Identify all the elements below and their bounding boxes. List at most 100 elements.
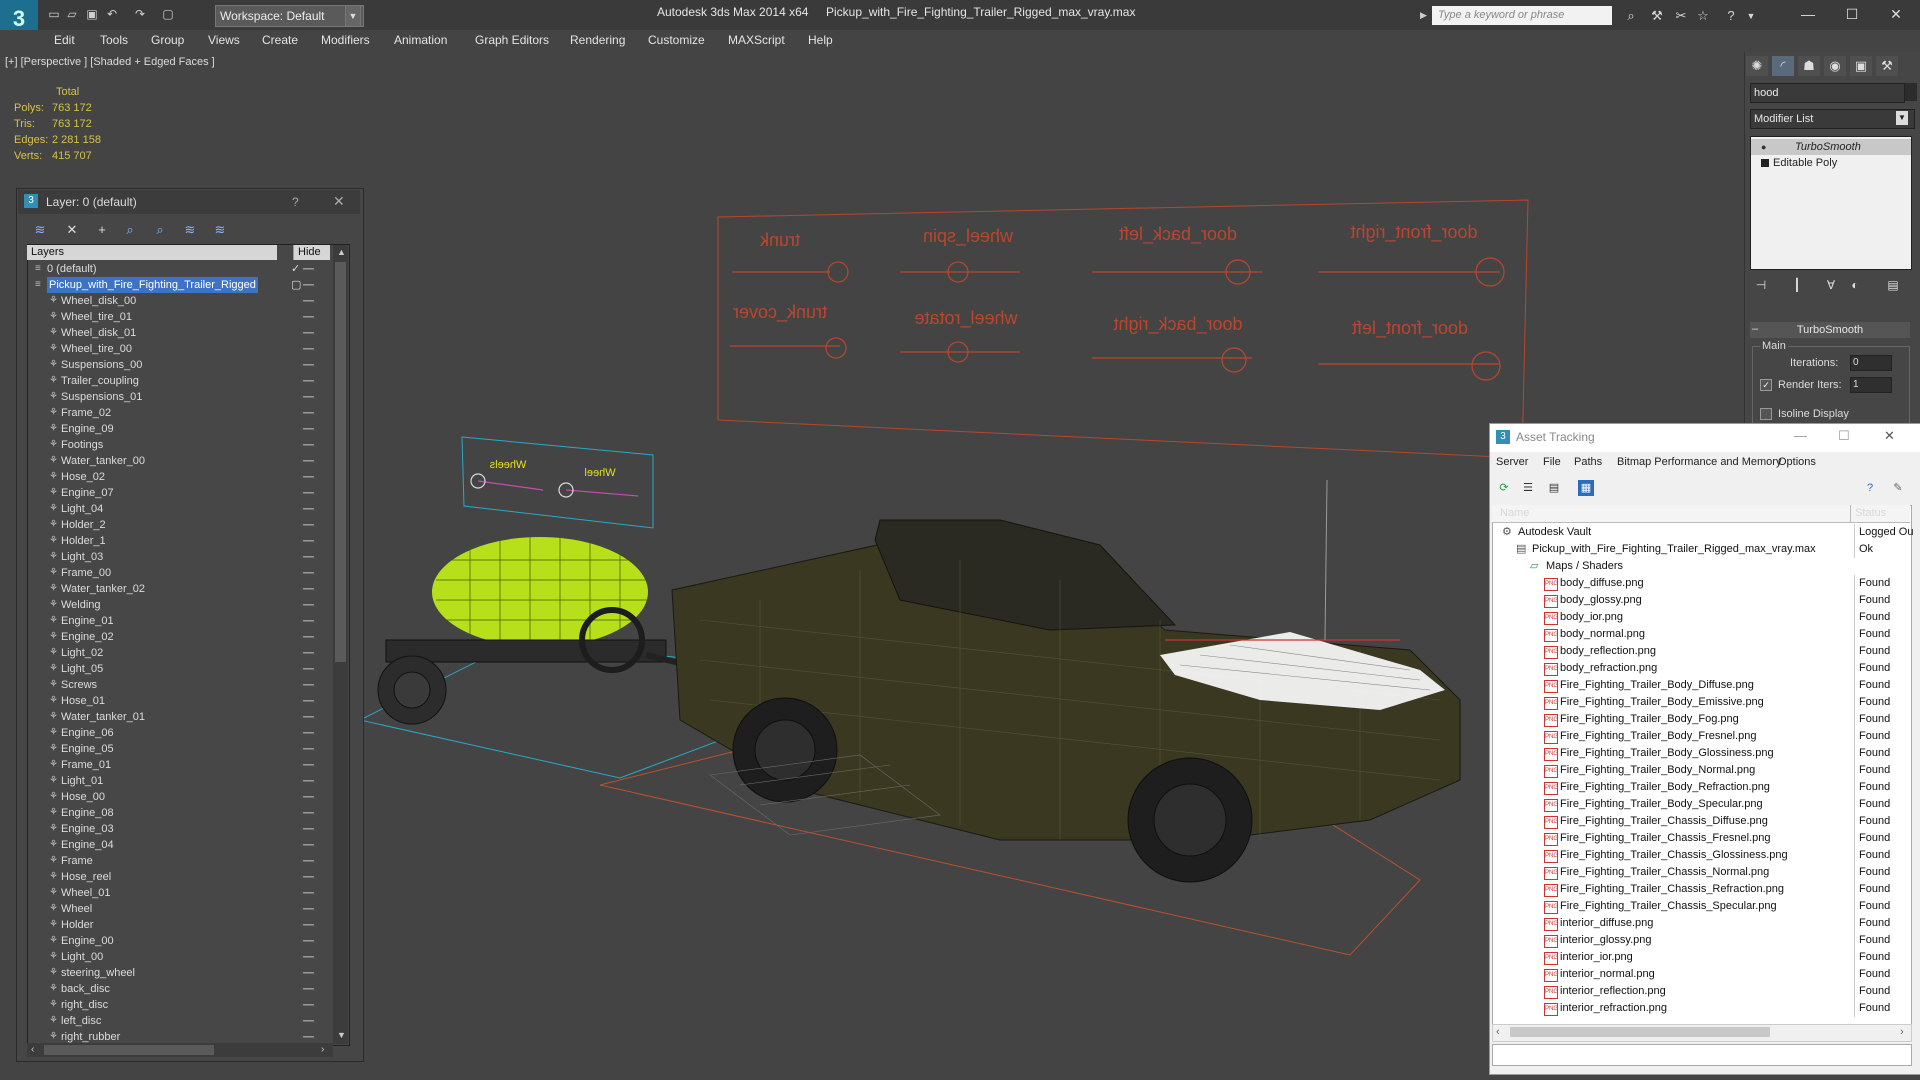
layer-object-row[interactable]: ⚘ Wheel_disk_01 ━━: [27, 325, 333, 341]
layer-object-row[interactable]: ⚘ Engine_04 ━━: [27, 837, 333, 853]
delete-layer-icon[interactable]: ✕: [62, 221, 82, 239]
scroll-left-icon[interactable]: ‹: [1496, 1026, 1500, 1038]
hide-toggle[interactable]: ━━: [303, 949, 314, 965]
menu-views[interactable]: Views: [208, 33, 240, 47]
search-input[interactable]: Type a keyword or phrase: [1432, 6, 1612, 25]
menu-create[interactable]: Create: [262, 33, 298, 47]
hide-toggle[interactable]: ━━: [303, 853, 314, 869]
layer-object-row[interactable]: ⚘ Wheel_01 ━━: [27, 885, 333, 901]
layer-row[interactable]: ≡ 0 (default) ✓ ━━: [27, 261, 333, 277]
hide-toggle[interactable]: ━━: [303, 469, 314, 485]
layer-object-row[interactable]: ⚘ Hose_02 ━━: [27, 469, 333, 485]
expand-box-icon[interactable]: [1761, 159, 1769, 167]
hide-toggle[interactable]: ━━: [303, 597, 314, 613]
hide-toggle[interactable]: ━━: [303, 581, 314, 597]
asset-menu-paths[interactable]: Paths: [1574, 456, 1602, 468]
asset-row[interactable]: PNG Fire_Fighting_Trailer_Body_Diffuse.pn…: [1492, 677, 1910, 694]
favorites-star-icon[interactable]: ☆: [1694, 8, 1712, 24]
layer-object-row[interactable]: ⚘ Wheel ━━: [27, 901, 333, 917]
hide-toggle[interactable]: ━━: [303, 917, 314, 933]
scroll-right-icon[interactable]: ›: [321, 1044, 324, 1055]
hide-toggle[interactable]: ━━: [303, 773, 314, 789]
pin-stack-icon[interactable]: ⊣: [1752, 277, 1770, 293]
asset-row[interactable]: PNG Fire_Fighting_Trailer_Chassis_Fresnel…: [1492, 830, 1910, 847]
layer-object-row[interactable]: ⚘ Footings ━━: [27, 437, 333, 453]
hide-toggle[interactable]: ━━: [303, 325, 314, 341]
stack-item-editable-poly[interactable]: Editable Poly: [1751, 155, 1911, 171]
layer-object-row[interactable]: ⚘ Water_tanker_02 ━━: [27, 581, 333, 597]
layer-object-row[interactable]: ⚘ Trailer_coupling ━━: [27, 373, 333, 389]
minimize-icon[interactable]: —: [1788, 2, 1828, 26]
redo-icon[interactable]: ↷: [132, 7, 148, 21]
asset-row[interactable]: PNG body_diffuse.png Found: [1492, 575, 1910, 592]
layer-object-row[interactable]: ⚘ left_disc ━━: [27, 1013, 333, 1029]
create-layer-icon[interactable]: ≋: [30, 221, 50, 239]
modify-tab-icon[interactable]: ◜: [1772, 56, 1794, 76]
hide-toggle[interactable]: ━━: [303, 661, 314, 677]
hide-toggle[interactable]: ━━: [303, 933, 314, 949]
layer-object-row[interactable]: ⚘ steering_wheel ━━: [27, 965, 333, 981]
layer-object-row[interactable]: ⚘ Frame ━━: [27, 853, 333, 869]
hide-toggle[interactable]: ▢: [291, 277, 301, 293]
layer-object-row[interactable]: ⚘ Wheel_tire_01 ━━: [27, 309, 333, 325]
scroll-left-icon[interactable]: ‹: [31, 1044, 34, 1055]
layer-object-row[interactable]: ⚘ Light_03 ━━: [27, 549, 333, 565]
asset-row[interactable]: PNG interior_diffuse.png Found: [1492, 915, 1910, 932]
column-header-layers[interactable]: Layers: [27, 245, 277, 260]
layer-object-row[interactable]: ⚘ Engine_09 ━━: [27, 421, 333, 437]
layer-object-row[interactable]: ⚘ Holder_2 ━━: [27, 517, 333, 533]
create-tab-icon[interactable]: ✺: [1746, 56, 1768, 76]
asset-row[interactable]: PNG body_refraction.png Found: [1492, 660, 1910, 677]
layer-object-row[interactable]: ⚘ Engine_07 ━━: [27, 485, 333, 501]
hide-toggle[interactable]: ━━: [303, 517, 314, 533]
layer-object-row[interactable]: ⚘ Frame_01 ━━: [27, 757, 333, 773]
hide-toggle[interactable]: ━━: [303, 981, 314, 997]
column-header-status[interactable]: Status: [1855, 507, 1886, 519]
layer-object-row[interactable]: ⚘ right_disc ━━: [27, 997, 333, 1013]
remove-modifier-icon[interactable]: ◐: [1846, 277, 1864, 293]
asset-row[interactable]: PNG Fire_Fighting_Trailer_Body_Normal.png…: [1492, 762, 1910, 779]
asset-row[interactable]: PNG body_glossy.png Found: [1492, 592, 1910, 609]
highlight-selected-icon[interactable]: ⌕: [150, 221, 170, 239]
menu-customize[interactable]: Customize: [648, 33, 705, 47]
layer-object-row[interactable]: ⚘ Water_tanker_01 ━━: [27, 709, 333, 725]
hide-toggle[interactable]: ━━: [303, 437, 314, 453]
hide-toggle[interactable]: ━━: [303, 693, 314, 709]
hide-all-layers-icon[interactable]: ≋: [180, 221, 200, 239]
viewport-label[interactable]: [+] [Perspective ] [Shaded + Edged Faces…: [5, 56, 215, 68]
motion-tab-icon[interactable]: ◉: [1824, 56, 1846, 76]
menu-group[interactable]: Group: [151, 33, 184, 47]
hide-toggle[interactable]: ━━: [303, 965, 314, 981]
asset-row[interactable]: PNG Fire_Fighting_Trailer_Chassis_Specula…: [1492, 898, 1910, 915]
turbosmooth-rollout-title[interactable]: TurboSmooth: [1750, 322, 1910, 338]
close-icon[interactable]: ✕: [333, 193, 345, 210]
minimize-icon[interactable]: —: [1794, 428, 1807, 443]
render-iters-checkbox[interactable]: ✓: [1760, 379, 1772, 391]
make-unique-icon[interactable]: ∀: [1822, 277, 1840, 293]
hide-toggle[interactable]: ━━: [303, 389, 314, 405]
hide-toggle[interactable]: ━━: [303, 485, 314, 501]
search-expand-icon[interactable]: ▶: [1420, 6, 1432, 25]
help-icon[interactable]: ?: [1862, 480, 1878, 496]
asset-row[interactable]: PNG Fire_Fighting_Trailer_Body_Glossiness…: [1492, 745, 1910, 762]
open-file-icon[interactable]: ▱: [64, 7, 80, 21]
asset-row[interactable]: PNG interior_ior.png Found: [1492, 949, 1910, 966]
asset-row[interactable]: PNG Fire_Fighting_Trailer_Body_Fresnel.pn…: [1492, 728, 1910, 745]
hide-toggle[interactable]: ━━: [303, 501, 314, 517]
layer-object-row[interactable]: ⚘ Hose_00 ━━: [27, 789, 333, 805]
layer-object-row[interactable]: ⚘ Frame_02 ━━: [27, 405, 333, 421]
freeze-all-layers-icon[interactable]: ≋: [210, 221, 230, 239]
asset-row[interactable]: PNG interior_normal.png Found: [1492, 966, 1910, 983]
asset-row[interactable]: PNG Fire_Fighting_Trailer_Chassis_Glossin…: [1492, 847, 1910, 864]
scroll-right-icon[interactable]: ›: [1900, 1026, 1904, 1038]
menu-help[interactable]: Help: [808, 33, 833, 47]
hide-toggle[interactable]: ━━: [303, 741, 314, 757]
layer-scroll-thumb[interactable]: [335, 262, 346, 662]
hide-toggle[interactable]: ━━: [303, 805, 314, 821]
layer-object-row[interactable]: ⚘ Wheel_disk_00 ━━: [27, 293, 333, 309]
layer-object-row[interactable]: ⚘ Hose_reel ━━: [27, 869, 333, 885]
asset-row[interactable]: PNG interior_glossy.png Found: [1492, 932, 1910, 949]
layer-object-row[interactable]: ⚘ Wheel_tire_00 ━━: [27, 341, 333, 357]
layer-object-row[interactable]: ⚘ Engine_01 ━━: [27, 613, 333, 629]
freeze-toggle[interactable]: ━━: [303, 261, 314, 277]
